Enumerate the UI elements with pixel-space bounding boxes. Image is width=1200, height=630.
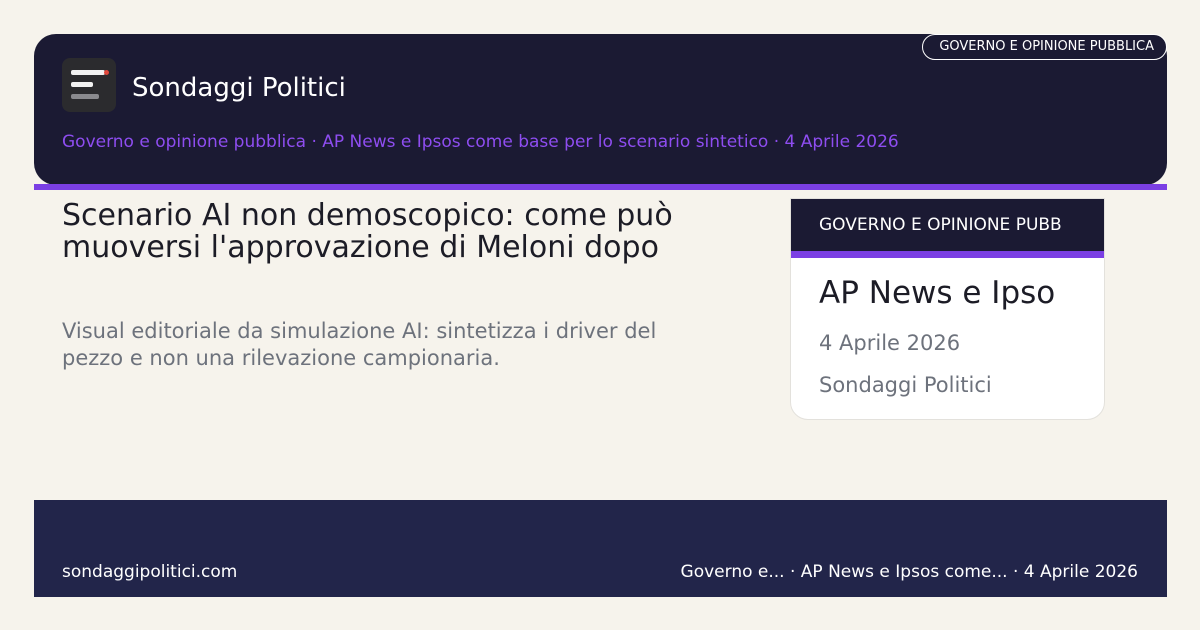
logo-bar xyxy=(71,70,105,75)
card-title: AP News e Ipso xyxy=(819,275,1056,311)
logo-bar xyxy=(71,82,93,87)
card-accent-bar xyxy=(791,251,1104,258)
footer-meta: Governo e... · AP News e Ipsos come... ·… xyxy=(680,562,1138,582)
header-banner: Sondaggi Politici Governo e opinione pub… xyxy=(34,34,1167,185)
card-source: Sondaggi Politici xyxy=(819,373,992,397)
header-subline: Governo e opinione pubblica · AP News e … xyxy=(62,132,899,152)
brand-name[interactable]: Sondaggi Politici xyxy=(132,72,346,104)
footer-bar: sondaggipolitici.com Governo e... · AP N… xyxy=(34,500,1167,597)
card-category: GOVERNO E OPINIONE PUBB xyxy=(791,199,1104,251)
footer-site-link[interactable]: sondaggipolitici.com xyxy=(62,561,237,583)
article-headline: Scenario AI non demoscopico: come può mu… xyxy=(62,198,673,265)
card-date: 4 Aprile 2026 xyxy=(819,331,961,355)
logo-dot xyxy=(104,70,109,75)
header-accent-bar xyxy=(34,184,1167,190)
article-description: Visual editoriale da simulazione AI: sin… xyxy=(62,319,657,370)
logo-bar xyxy=(71,94,99,99)
category-pill[interactable]: GOVERNO E OPINIONE PUBBLICA xyxy=(922,34,1167,60)
article-card[interactable]: GOVERNO E OPINIONE PUBB AP News e Ipso 4… xyxy=(790,198,1105,420)
logo-icon[interactable] xyxy=(62,58,116,112)
